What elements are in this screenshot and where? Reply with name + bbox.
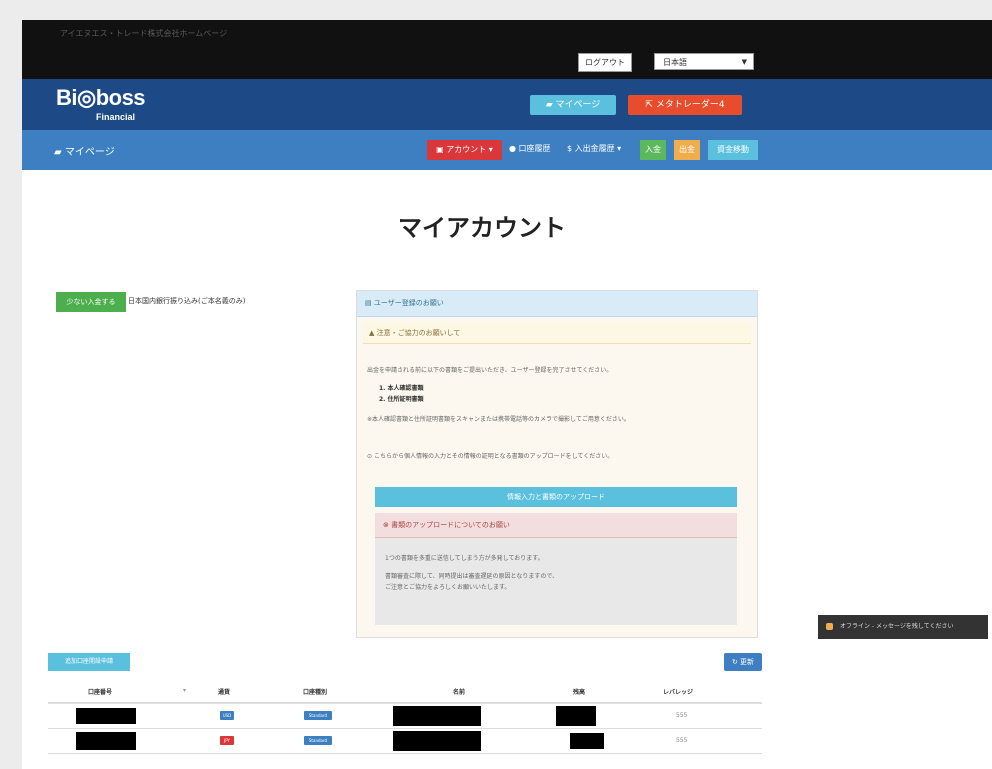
account-dropdown[interactable]: ▣ アカウント ▾: [427, 140, 502, 160]
table-row[interactable]: USD Standard 555: [48, 704, 762, 729]
additional-account-button[interactable]: 追加口座開設申請: [48, 653, 130, 671]
external-link-icon: ⇱: [645, 100, 653, 110]
chevron-down-icon: ▼: [741, 58, 747, 66]
panel-intro: 出金を申請される前に以下の書類をご提出いただき、ユーザー登録を完了させてください…: [367, 367, 613, 374]
nav-title: ▰ マイページ: [54, 143, 115, 158]
account-type-badge: Standard: [304, 711, 332, 720]
deposit-button[interactable]: 入金: [640, 140, 666, 160]
metatrader-button-label: メタトレーダー4: [655, 100, 725, 110]
warning-title: 注意・ご協力のお願いして: [376, 329, 461, 337]
lock-icon: ▣: [436, 145, 444, 154]
table-row[interactable]: JPY Standard 555: [48, 729, 762, 754]
redacted-account: [76, 732, 136, 750]
browser-frame: アイエヌエス・トレード株式会社ホームページ ログアウト 日本語 ▼ Bi◎bos…: [22, 20, 992, 769]
panel-header-text: ユーザー登録のお願い: [373, 299, 444, 307]
column-header-account[interactable]: 口座番号: [88, 687, 112, 696]
accounts-table: 口座番号 ▾ 通貨 口座種別 名前 残高 レバレッジ USD Standard …: [48, 680, 762, 754]
metatrader-button[interactable]: ⇱ メタトレーダー4: [628, 95, 742, 115]
chat-widget-label: オフライン - メッセージを残してください: [840, 623, 954, 630]
nav-link-accounts[interactable]: ● 口座履歴: [509, 143, 551, 154]
deposit-shortcut-button[interactable]: 少ない入金する: [56, 292, 126, 312]
alert-icon: ⊗: [383, 521, 389, 529]
bank-transfer-note: 日本国内銀行振り込み(ご本名義のみ): [128, 297, 246, 305]
account-type-badge: Standard: [304, 736, 332, 745]
panel-header: ▤ ユーザー登録のお願い: [357, 291, 757, 317]
account-dropdown-label: アカウント ▾: [446, 145, 493, 154]
redacted-name: [393, 706, 481, 726]
list-icon: ▤: [365, 299, 372, 307]
column-header-balance[interactable]: 残高: [573, 687, 585, 696]
upload-notice-line-3: ご注意とご協力をよろしくお願いいたします。: [385, 584, 511, 591]
nav-bar: ▰ マイページ ▣ アカウント ▾ ● 口座履歴 $ 入出金履歴 ▾ 入金 出金…: [22, 130, 992, 170]
upload-notice-title: 書類のアップロードについてのお願い: [391, 521, 510, 529]
language-select[interactable]: 日本語 ▼: [654, 53, 754, 70]
language-value: 日本語: [663, 58, 687, 67]
mypage-button[interactable]: ▰ マイページ: [530, 95, 616, 115]
chat-widget[interactable]: オフライン - メッセージを残してください: [818, 615, 988, 639]
redacted-balance: [570, 733, 604, 749]
refresh-button[interactable]: ↻ 更新: [724, 653, 762, 671]
nav-title-text: マイページ: [64, 147, 115, 158]
withdraw-button[interactable]: 出金: [674, 140, 700, 160]
currency-badge: JPY: [220, 736, 234, 745]
logout-button[interactable]: ログアウト: [578, 53, 632, 72]
mypage-button-label: マイページ: [555, 100, 601, 110]
warning-header: ▲ 注意・ご協力のお願いして: [363, 323, 751, 344]
redacted-name: [393, 731, 481, 751]
column-header-leverage[interactable]: レバレッジ: [663, 687, 693, 696]
upload-notice-header: ⊗ 書類のアップロードについてのお願い: [375, 513, 737, 538]
panel-note-1: ※本人確認書類と住所証明書類をスキャンまたは携帯電話等のカメラで撮影してご用意く…: [367, 416, 630, 423]
table-header: 口座番号 ▾ 通貨 口座種別 名前 残高 レバレッジ: [48, 680, 762, 704]
column-header-currency[interactable]: 通貨: [218, 687, 230, 696]
page-title: マイアカウント: [398, 214, 566, 242]
logo[interactable]: Bi◎boss Financial: [56, 85, 146, 122]
panel-note-2: こちらから個人情報の入力とその情報の証明となる書類のアップロードをしてください。: [373, 453, 614, 460]
nav-link-accounts-label: 口座履歴: [518, 144, 551, 153]
leverage-value: 555: [676, 712, 688, 719]
currency-badge: USD: [220, 711, 234, 720]
panel-note-2-row: ⊙ こちらから個人情報の入力とその情報の証明となる書類のアップロードをしてくださ…: [367, 451, 613, 460]
folder-icon: ▰: [545, 100, 553, 110]
folder-open-icon: ▰: [54, 147, 62, 158]
column-header-name[interactable]: 名前: [453, 687, 465, 696]
sort-icon: ▾: [183, 687, 187, 694]
brand-bar: Bi◎boss Financial ▰ マイページ ⇱ メタトレーダー4: [22, 79, 992, 130]
nav-link-funds[interactable]: $ 入出金履歴 ▾: [567, 143, 621, 154]
refresh-button-label: 更新: [740, 658, 755, 666]
upload-notice-line-2: 書類審査に際して、同時提出は審査遅延の原因となりますので、: [385, 573, 559, 580]
upload-notice-box: ⊗ 書類のアップロードについてのお願い 1つの書類を多重に送信してしまう方が多発…: [375, 513, 737, 625]
logo-sub-text: Financial: [96, 112, 136, 122]
info-icon: ⊙: [367, 453, 373, 460]
column-header-type[interactable]: 口座種別: [303, 687, 327, 696]
top-bar: アイエヌエス・トレード株式会社ホームページ ログアウト 日本語 ▼: [22, 20, 992, 79]
warning-icon: ▲: [369, 329, 375, 337]
upload-documents-button[interactable]: 情報入力と書類のアップロード: [375, 487, 737, 507]
leverage-value: 555: [676, 737, 688, 744]
refresh-icon: ↻: [731, 658, 738, 666]
circle-icon: ●: [509, 144, 516, 153]
redacted-account: [76, 708, 136, 724]
chat-bubble-icon: [826, 623, 833, 630]
logo-main-text: Bi◎boss: [56, 85, 146, 110]
upload-notice-line-1: 1つの書類を多重に送信してしまう方が多発しております。: [385, 555, 544, 562]
nav-link-funds-label: 入出金履歴 ▾: [574, 144, 622, 153]
panel-item-1: 1. 本人確認書類: [379, 385, 424, 392]
registration-panel: ▤ ユーザー登録のお願い ▲ 注意・ご協力のお願いして 出金を申請される前に以下…: [356, 290, 758, 638]
money-icon: $: [567, 144, 573, 153]
panel-item-2: 2. 住所証明書類: [379, 396, 424, 403]
redacted-balance: [556, 706, 596, 726]
top-notice: アイエヌエス・トレード株式会社ホームページ: [60, 29, 228, 38]
fund-transfer-button[interactable]: 資金移動: [708, 140, 758, 160]
